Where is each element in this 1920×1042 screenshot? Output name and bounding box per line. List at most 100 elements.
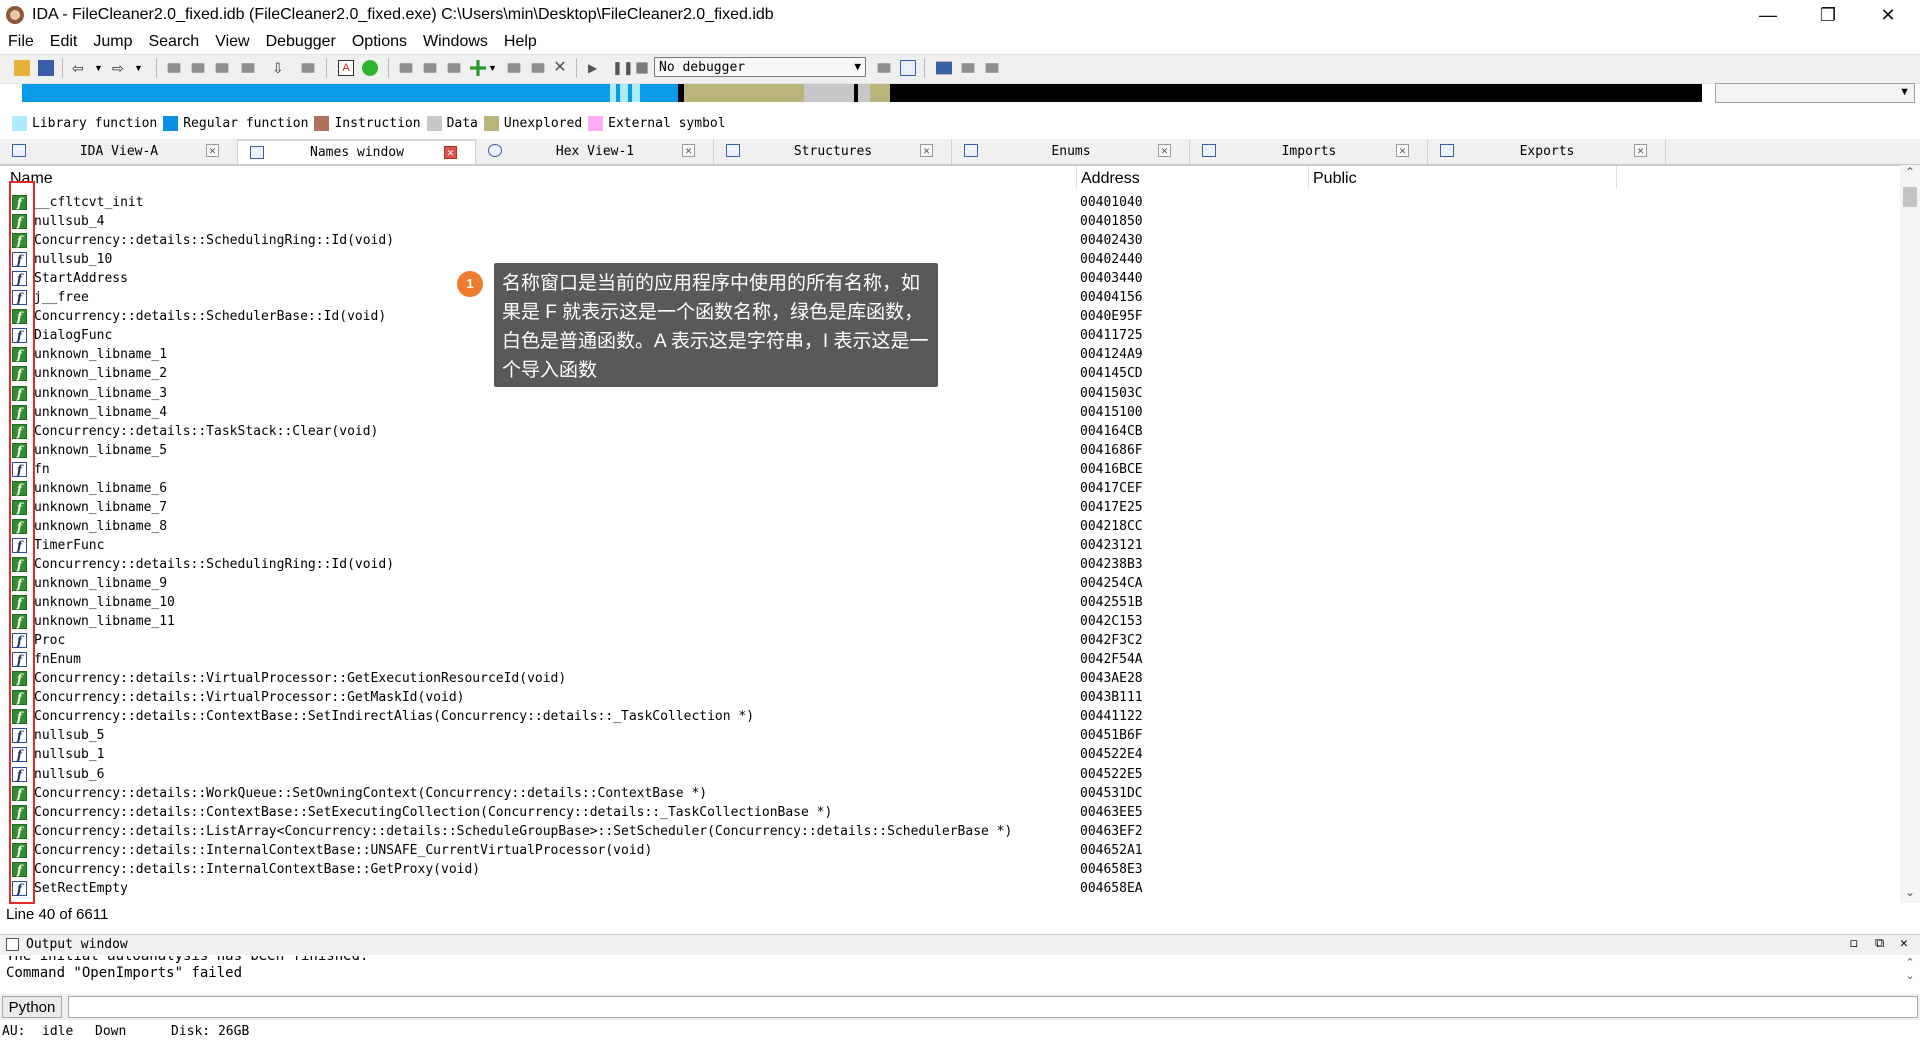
close-icon[interactable]: ✕ [206, 144, 219, 157]
names-scrollbar[interactable]: ⌃ ⌄ [1900, 165, 1920, 903]
restore-icon[interactable]: ◻ [1850, 936, 1858, 951]
tab-imports[interactable]: Imports ✕ [1190, 139, 1428, 164]
menu-search[interactable]: Search [140, 33, 207, 51]
navigation-band[interactable] [22, 84, 1702, 102]
table-row[interactable]: f unknown_libname_11 0042C153 [0, 613, 1880, 632]
table-row[interactable]: f Concurrency::details::SchedulingRing::I… [0, 232, 1880, 251]
table-row[interactable]: f unknown_libname_8 004218CC [0, 518, 1880, 537]
open-folder-icon[interactable] [14, 60, 30, 76]
edit-function-icon[interactable] [423, 63, 437, 73]
table-row[interactable]: f Concurrency::details::WorkQueue::SetOwn… [0, 785, 1880, 804]
table-row[interactable]: f Concurrency::details::ListArray<Concurr… [0, 823, 1880, 842]
tab-structures[interactable]: Structures ✕ [714, 139, 952, 164]
table-row[interactable]: f __cfltcvt_init 00401040 [0, 194, 1880, 213]
back-dropdown-icon[interactable]: ▼ [94, 60, 110, 76]
forward-arrow-icon[interactable]: ⇨ [112, 60, 128, 76]
menu-windows[interactable]: Windows [415, 33, 496, 51]
save-icon[interactable] [38, 60, 54, 76]
menu-view[interactable]: View [207, 33, 257, 51]
table-row[interactable]: f nullsub_1 004522E4 [0, 746, 1880, 765]
table-row[interactable]: f Concurrency::details::InternalContextBa… [0, 861, 1880, 880]
menu-help[interactable]: Help [496, 33, 545, 51]
add-plus-icon[interactable] [470, 60, 486, 76]
stop-icon[interactable] [636, 62, 648, 74]
breakpoint-list-icon[interactable] [936, 61, 952, 75]
debugger-select[interactable]: No debugger ▼ [654, 57, 866, 77]
close-icon[interactable]: ✕ [1396, 144, 1409, 157]
segment-icon[interactable] [531, 63, 545, 73]
table-row[interactable]: f Proc 0042F3C2 [0, 632, 1880, 651]
download-arrow-icon[interactable]: ⇩ [272, 60, 288, 76]
search-immediate-icon[interactable] [241, 63, 255, 73]
table-row[interactable]: f fn 00416BCE [0, 461, 1880, 480]
close-icon[interactable]: ✕ [682, 144, 695, 157]
refresh-icon[interactable] [900, 60, 916, 76]
table-row[interactable]: f Concurrency::details::SchedulingRing::I… [0, 556, 1880, 575]
table-row[interactable]: f Concurrency::details::VirtualProcessor:… [0, 670, 1880, 689]
delete-x-icon[interactable]: ✕ [552, 60, 568, 76]
table-row[interactable]: f unknown_libname_3 0041503C [0, 385, 1880, 404]
close-icon[interactable]: ✕ [920, 144, 933, 157]
table-row[interactable]: f j__free 00404156 [0, 289, 1880, 308]
table-row[interactable]: f StartAddress 00403440 [0, 270, 1880, 289]
pause-icon[interactable]: ❚❚ [612, 60, 634, 76]
table-row[interactable]: f unknown_libname_5 0041686F [0, 442, 1880, 461]
menu-edit[interactable]: Edit [42, 33, 86, 51]
table-row[interactable]: f unknown_libname_1 004124A9 [0, 346, 1880, 365]
text-search-icon[interactable] [191, 63, 205, 73]
step-over-icon[interactable] [985, 63, 999, 73]
forward-dropdown-icon[interactable]: ▼ [134, 60, 150, 76]
table-row[interactable]: f unknown_libname_6 00417CEF [0, 480, 1880, 499]
navigation-dropdown[interactable]: ▼ [1715, 83, 1915, 103]
table-row[interactable]: f Concurrency::details::TaskStack::Clear(… [0, 423, 1880, 442]
table-row[interactable]: f Concurrency::details::SchedulerBase::Id… [0, 308, 1880, 327]
graph-icon[interactable] [447, 63, 461, 73]
add-dropdown-icon[interactable]: ▼ [488, 60, 504, 76]
close-button[interactable]: ✕ [1860, 0, 1916, 30]
step-into-icon[interactable] [961, 63, 975, 73]
table-row[interactable]: f Concurrency::details::ContextBase::SetE… [0, 804, 1880, 823]
tab-hex-view-1[interactable]: Hex View-1 ✕ [476, 139, 714, 164]
scrollbar-thumb[interactable] [1903, 187, 1917, 207]
green-circle-icon[interactable] [362, 60, 378, 76]
table-row[interactable]: f unknown_libname_7 00417E25 [0, 499, 1880, 518]
table-row[interactable]: f Concurrency::details::ContextBase::SetI… [0, 708, 1880, 727]
column-header-address[interactable]: Address [1081, 170, 1140, 188]
close-icon[interactable]: ✕ [1900, 936, 1908, 951]
scroll-down-icon[interactable]: ⌄ [1900, 885, 1920, 903]
scroll-up-icon[interactable]: ⌃ [1900, 165, 1920, 183]
binary-search-icon[interactable] [167, 63, 181, 73]
attach-process-icon[interactable] [877, 63, 891, 73]
table-row[interactable]: f nullsub_6 004522E5 [0, 766, 1880, 785]
table-row[interactable]: f fnEnum 0042F54A [0, 651, 1880, 670]
run-play-icon[interactable]: ▶ [588, 60, 604, 76]
tab-enums[interactable]: Enums ✕ [952, 139, 1190, 164]
menu-file[interactable]: File [0, 33, 42, 51]
string-a-icon[interactable]: A [338, 60, 354, 76]
output-scrollbar[interactable]: ⌃ ⌄ [1900, 956, 1920, 992]
patch-icon[interactable] [507, 63, 521, 73]
table-row[interactable]: f unknown_libname_9 004254CA [0, 575, 1880, 594]
table-row[interactable]: f nullsub_10 00402440 [0, 251, 1880, 270]
cross-reference-icon[interactable] [301, 63, 315, 73]
search-next-icon[interactable] [215, 63, 229, 73]
tab-ida-view-a[interactable]: IDA View-A ✕ [0, 139, 238, 164]
table-row[interactable]: f TimerFunc 00423121 [0, 537, 1880, 556]
table-row[interactable]: f unknown_libname_10 0042551B [0, 594, 1880, 613]
menu-jump[interactable]: Jump [85, 33, 140, 51]
table-row[interactable]: f Concurrency::details::InternalContextBa… [0, 842, 1880, 861]
close-icon[interactable]: ✕ [444, 146, 457, 159]
table-row[interactable]: f unknown_libname_2 004145CD [0, 365, 1880, 384]
table-row[interactable]: f Concurrency::details::VirtualProcessor:… [0, 689, 1880, 708]
close-icon[interactable]: ✕ [1634, 144, 1647, 157]
back-arrow-icon[interactable]: ⇦ [72, 60, 88, 76]
table-row[interactable]: f nullsub_4 00401850 [0, 213, 1880, 232]
close-icon[interactable]: ✕ [1158, 144, 1171, 157]
table-row[interactable]: f unknown_libname_4 00415100 [0, 404, 1880, 423]
table-row[interactable]: f DialogFunc 00411725 [0, 327, 1880, 346]
minimize-button[interactable]: — [1740, 0, 1796, 30]
table-row[interactable]: f nullsub_5 00451B6F [0, 727, 1880, 746]
tab-names-window[interactable]: Names window ✕ [238, 139, 476, 164]
menu-options[interactable]: Options [344, 33, 415, 51]
maximize-button[interactable]: ❐ [1800, 0, 1856, 30]
